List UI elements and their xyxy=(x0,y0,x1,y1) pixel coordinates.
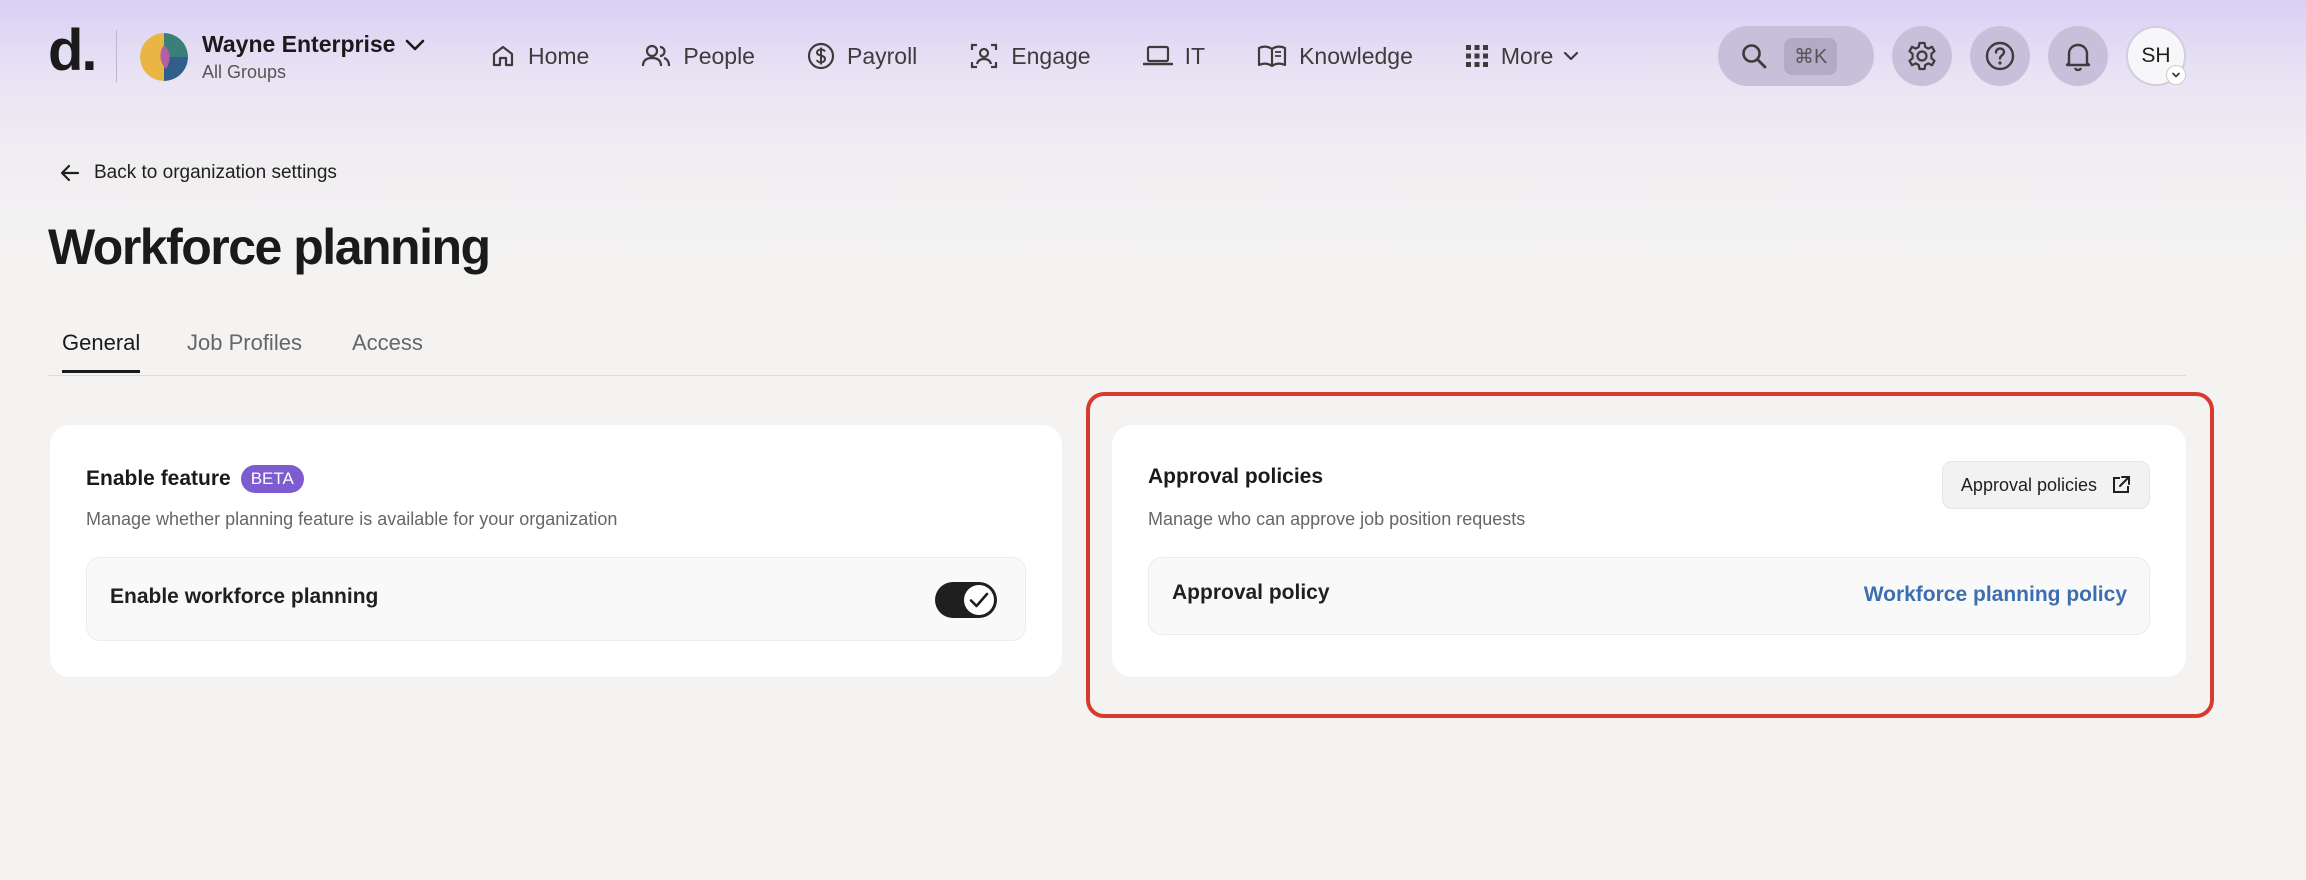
book-icon xyxy=(1257,45,1287,68)
nav-label: People xyxy=(683,42,755,69)
help-icon xyxy=(1985,41,2015,71)
external-link-icon xyxy=(2113,476,2130,493)
enable-workforce-planning-toggle[interactable] xyxy=(935,582,997,618)
top-navigation-bar: d. Wayne Enterprise All Groups Home Peop… xyxy=(0,0,2306,112)
chevron-down-icon xyxy=(406,39,425,50)
approval-policy-row: Approval policy Workforce planning polic… xyxy=(1148,557,2150,635)
checkmark-icon xyxy=(969,592,989,608)
nav-label: Payroll xyxy=(846,42,918,69)
engage-icon xyxy=(971,43,998,69)
home-icon xyxy=(492,45,514,67)
card-description: Manage whether planning feature is avail… xyxy=(86,509,618,529)
bell-icon xyxy=(2065,43,2091,72)
search-button[interactable]: ⌘K xyxy=(1718,26,1874,86)
grid-icon xyxy=(1465,45,1488,67)
approval-policies-button[interactable]: Approval policies xyxy=(1941,461,2150,509)
app-logo[interactable]: d. xyxy=(48,22,98,80)
laptop-icon xyxy=(1142,45,1173,66)
nav-item-engage[interactable]: Engage xyxy=(969,41,1091,71)
gear-icon xyxy=(1908,41,1936,71)
search-shortcut-hint: ⌘K xyxy=(1784,37,1838,75)
button-label: Approval policies xyxy=(1960,474,2097,495)
nav-label: Engage xyxy=(1011,42,1091,69)
nav-item-people[interactable]: People xyxy=(641,43,755,70)
workforce-planning-policy-link[interactable]: Workforce planning policy xyxy=(1864,583,2127,607)
nav-label: IT xyxy=(1184,42,1206,69)
nav-label: Home xyxy=(528,42,590,69)
arrow-left-icon xyxy=(60,164,80,182)
people-icon xyxy=(642,44,671,67)
enable-feature-card: Enable feature BETA Manage whether plann… xyxy=(50,425,1062,677)
org-avatar xyxy=(140,33,188,81)
org-group-label: All Groups xyxy=(202,62,287,82)
nav-label: Knowledge xyxy=(1299,42,1413,69)
nav-item-home[interactable]: Home xyxy=(490,43,589,70)
approval-policies-card: Approval policies Manage who can approve… xyxy=(1112,425,2186,677)
org-switcher[interactable]: Wayne Enterprise All Groups xyxy=(140,30,425,84)
card-description: Manage who can approve job position requ… xyxy=(1148,509,1526,529)
tab-job-profiles[interactable]: Job Profiles xyxy=(187,330,302,370)
avatar-chevron-icon xyxy=(2166,65,2186,85)
card-title: Approval policies xyxy=(1148,465,1324,488)
back-link-label: Back to organization settings xyxy=(94,162,337,183)
chevron-down-icon xyxy=(1564,51,1579,61)
back-link[interactable]: Back to organization settings xyxy=(60,162,337,184)
nav-item-more[interactable]: More xyxy=(1465,43,1579,70)
toggle-knob xyxy=(964,585,994,615)
nav-item-payroll[interactable]: Payroll xyxy=(807,42,917,70)
org-name: Wayne Enterprise xyxy=(202,31,396,57)
row-label: Enable workforce planning xyxy=(110,585,379,608)
row-label: Approval policy xyxy=(1172,581,1330,604)
nav-item-knowledge[interactable]: Knowledge xyxy=(1257,43,1413,70)
tab-access[interactable]: Access xyxy=(352,330,423,370)
notifications-button[interactable] xyxy=(2048,26,2108,86)
tab-general[interactable]: General xyxy=(62,330,141,373)
logo-divider xyxy=(116,30,117,82)
page-title: Workforce planning xyxy=(48,219,491,275)
nav-item-it[interactable]: IT xyxy=(1142,42,1206,70)
help-button[interactable] xyxy=(1970,26,2030,86)
search-icon xyxy=(1742,44,1767,69)
beta-badge: BETA xyxy=(240,465,304,493)
main-nav: Home People Payroll Engage IT Knowledge … xyxy=(490,34,1631,78)
card-title: Enable feature xyxy=(86,467,231,490)
dollar-icon xyxy=(807,42,835,70)
settings-button[interactable] xyxy=(1892,26,1952,86)
settings-tabs: General Job Profiles Access xyxy=(48,326,2186,376)
nav-label: More xyxy=(1500,42,1554,69)
enable-workforce-planning-row: Enable workforce planning xyxy=(86,557,1026,641)
